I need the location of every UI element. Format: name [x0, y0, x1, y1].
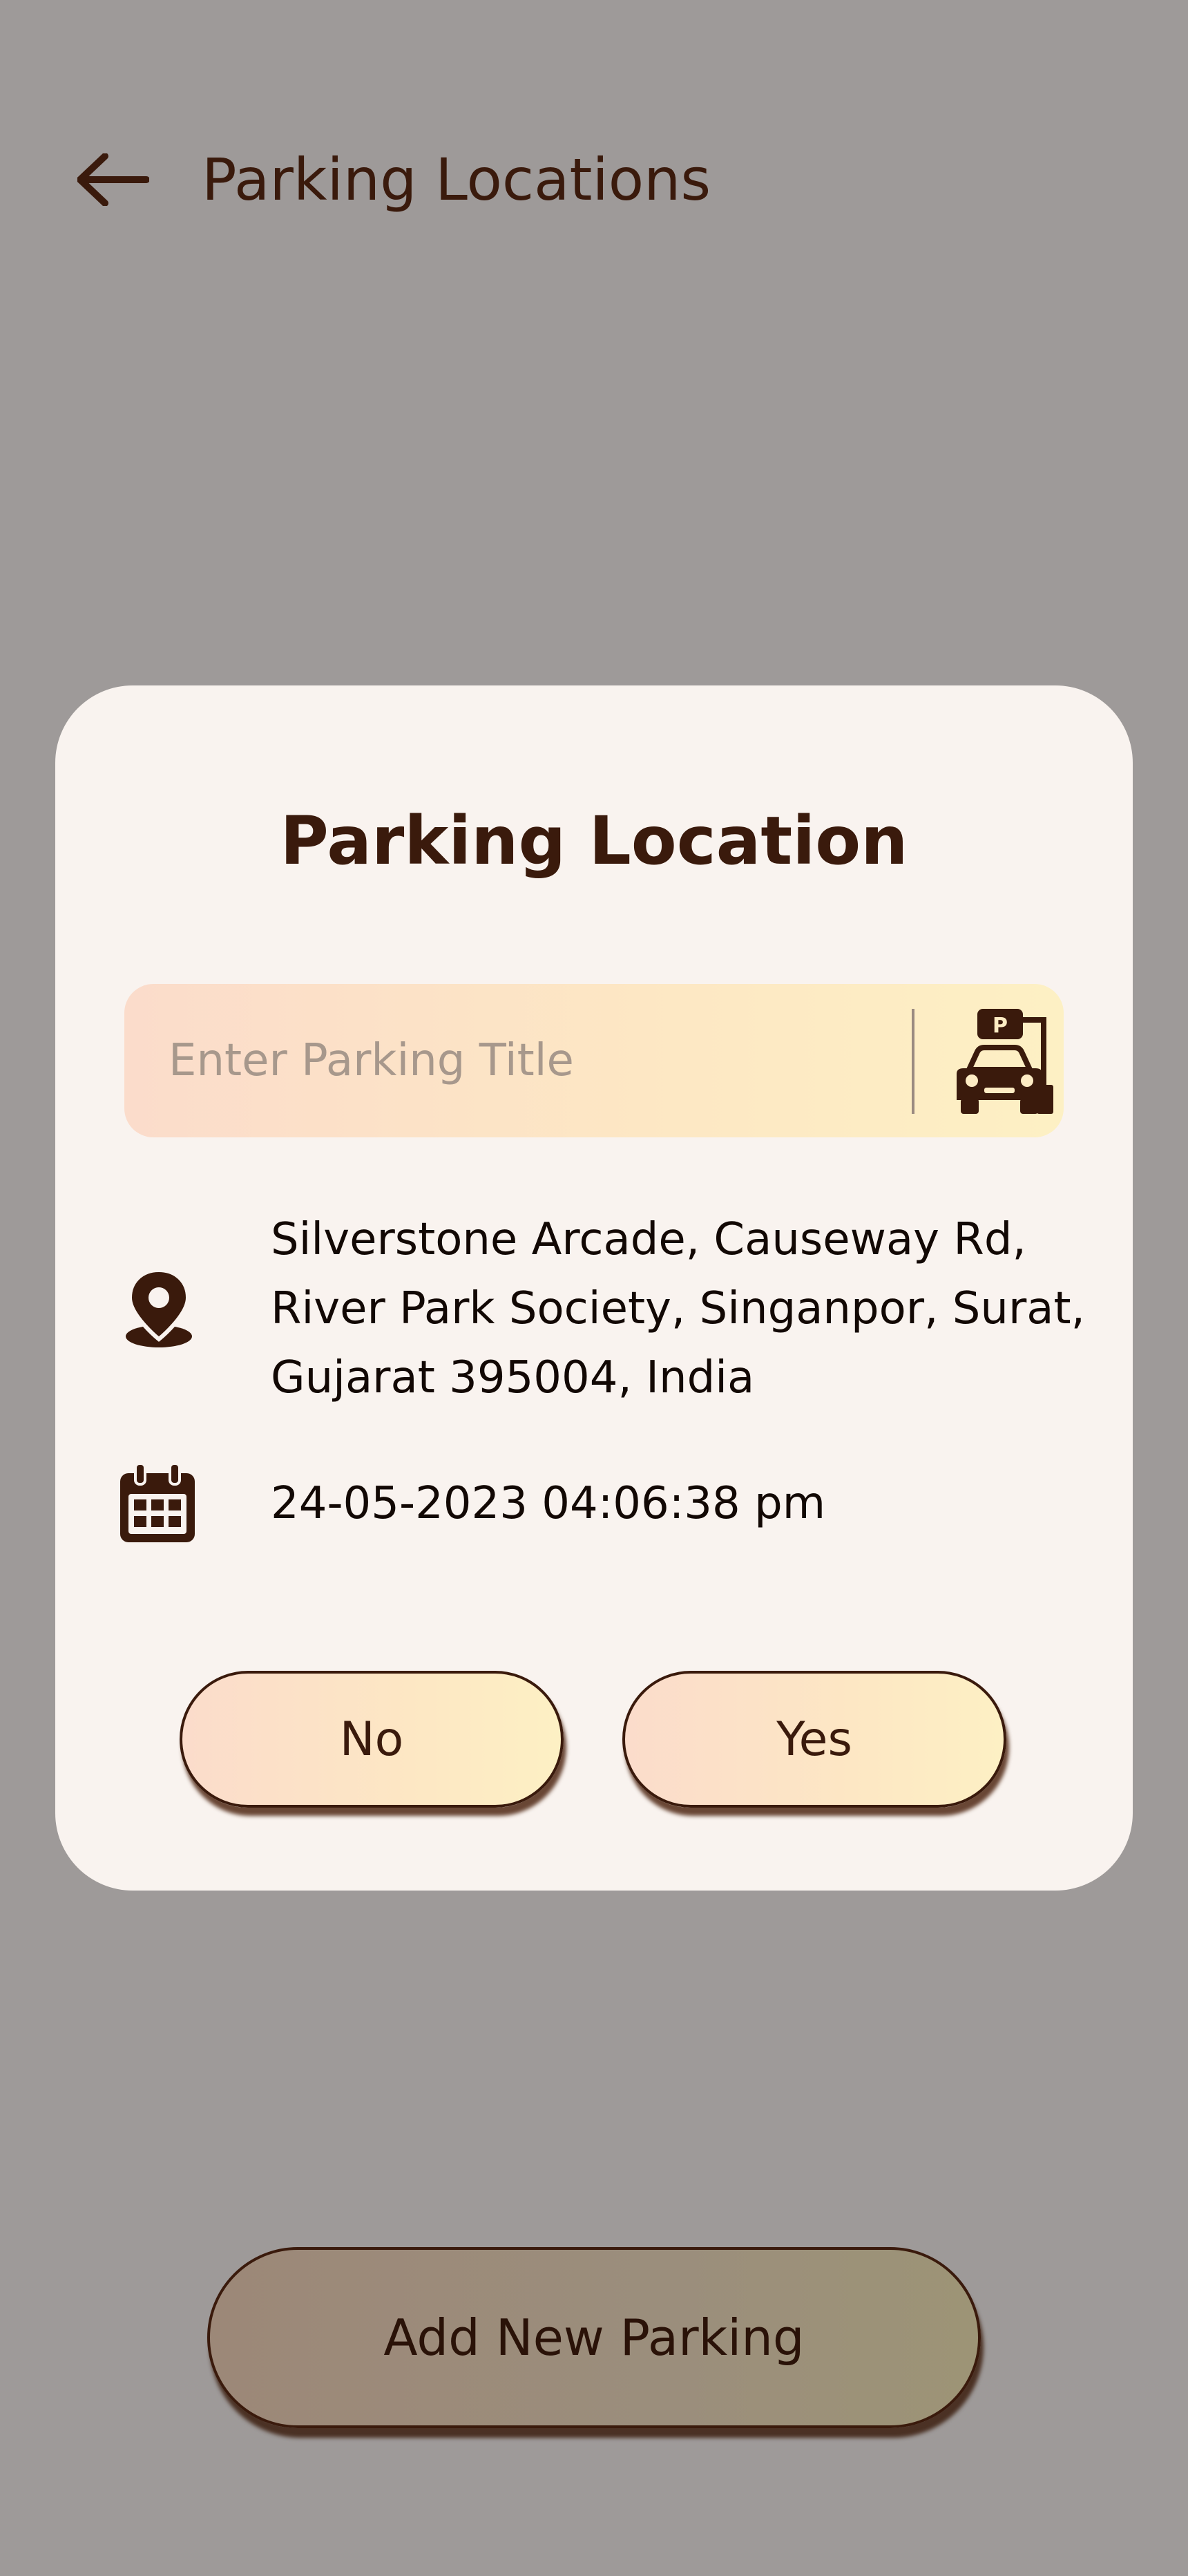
- parking-title-input[interactable]: [155, 984, 887, 1137]
- app-header: Parking Locations: [0, 0, 1188, 359]
- address-line: Silverstone Arcade, Causeway Rd,: [271, 1214, 1026, 1265]
- address-line: Gujarat 395004, India: [271, 1352, 755, 1403]
- address-text: Silverstone Arcade, Causeway Rd, River P…: [271, 1205, 1100, 1412]
- address-row: Silverstone Arcade, Causeway Rd, River P…: [55, 1205, 1133, 1412]
- field-divider: [912, 1009, 914, 1114]
- calendar-icon: [117, 1462, 198, 1545]
- add-new-parking-button[interactable]: Add New Parking: [207, 2247, 981, 2428]
- address-line: River Park Society, Singanpor, Surat,: [271, 1283, 1085, 1334]
- dialog-title: Parking Location: [280, 802, 908, 880]
- datetime-text: 24-05-2023 04:06:38 pm: [271, 1478, 826, 1529]
- arrow-left-icon: [77, 153, 149, 206]
- parking-location-dialog: Parking Location P: [55, 685, 1133, 1891]
- back-button[interactable]: [75, 145, 152, 214]
- parking-title-field: P: [124, 984, 1064, 1137]
- yes-button[interactable]: Yes: [622, 1671, 1006, 1808]
- svg-text:P: P: [993, 1014, 1008, 1038]
- page-title: Parking Locations: [202, 146, 711, 214]
- car-parking-icon: P: [957, 1009, 1053, 1114]
- datetime-row: 24-05-2023 04:06:38 pm: [55, 1462, 1133, 1545]
- parking-icon-button[interactable]: P: [943, 1001, 1060, 1121]
- location-pin-icon: [117, 1263, 200, 1353]
- no-button[interactable]: No: [180, 1671, 564, 1808]
